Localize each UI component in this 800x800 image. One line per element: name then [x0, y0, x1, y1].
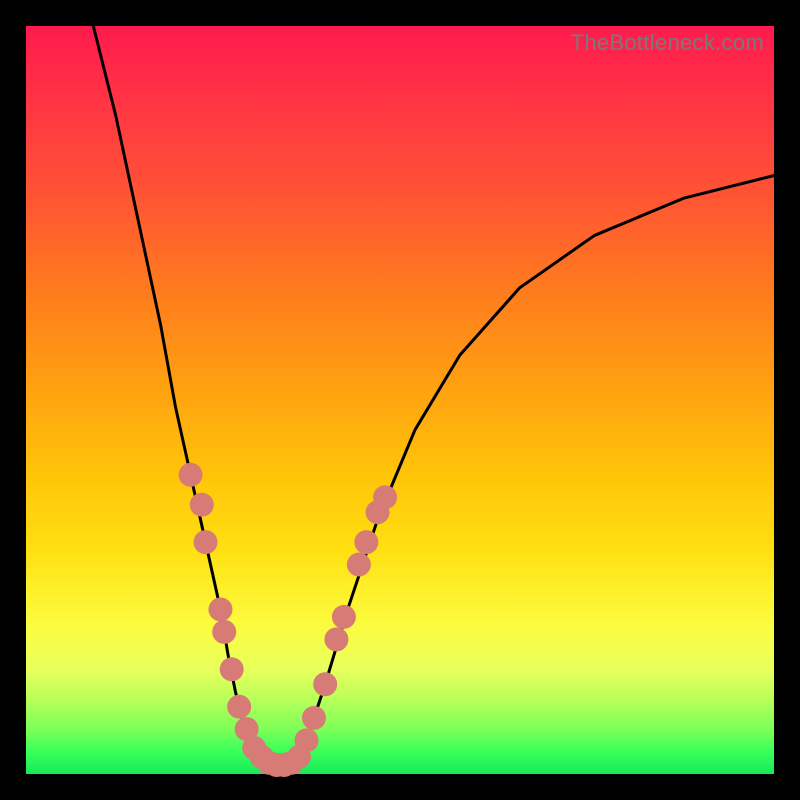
highlight-dot [194, 530, 218, 554]
highlight-dot [313, 672, 337, 696]
highlight-dot [227, 695, 251, 719]
highlight-dot [373, 485, 397, 509]
highlight-dot [212, 620, 236, 644]
highlight-dot [354, 530, 378, 554]
highlight-dot [179, 463, 203, 487]
highlight-dot [324, 627, 348, 651]
highlight-dot [220, 657, 244, 681]
plot-area: TheBottleneck.com [26, 26, 774, 774]
highlight-dot [190, 493, 214, 517]
highlight-dot [347, 553, 371, 577]
highlight-dots-group [179, 463, 397, 777]
chart-svg [26, 26, 774, 774]
highlight-dot [302, 706, 326, 730]
highlight-dot [208, 597, 232, 621]
highlight-dot [295, 728, 319, 752]
bottleneck-curve [93, 26, 774, 770]
highlight-dot [332, 605, 356, 629]
chart-container: TheBottleneck.com [0, 0, 800, 800]
